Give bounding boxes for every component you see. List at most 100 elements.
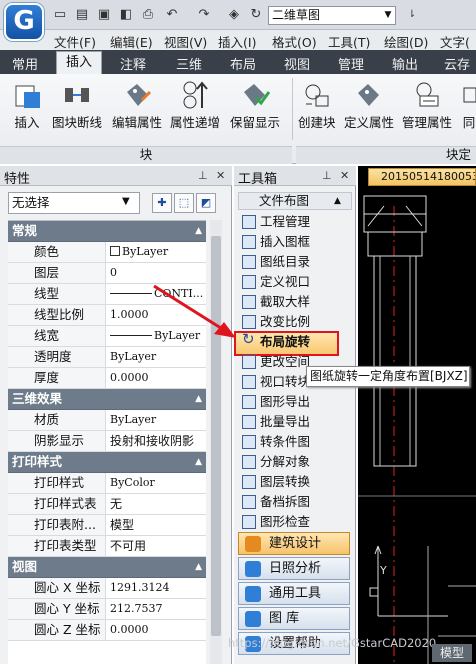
tab-annotate[interactable]: 注释 <box>120 54 146 73</box>
property-value[interactable]: ByLayer <box>108 242 206 262</box>
app-logo[interactable]: G <box>4 3 44 41</box>
property-value[interactable]: ByLayer <box>108 410 206 430</box>
property-value[interactable]: 投射和接收阴影 <box>108 431 206 451</box>
menu-tools[interactable]: 工具(T) <box>328 32 370 51</box>
pickadd-toggle-button[interactable]: ◩ <box>196 193 216 213</box>
menu-view[interactable]: 视图(V) <box>164 32 207 51</box>
property-section-header[interactable]: 常规 ▲ <box>8 221 206 242</box>
tool-item[interactable]: 图层转换 <box>242 472 310 492</box>
define-attribute-button[interactable]: 定义属性 <box>344 80 394 131</box>
tool-item[interactable]: 插入图框 <box>242 232 310 252</box>
menu-text[interactable]: 文字( <box>440 32 470 51</box>
property-row[interactable]: 颜色 ByLayer <box>8 242 206 263</box>
attribute-increment-button[interactable]: 属性递增 <box>170 80 220 131</box>
layers-icon[interactable]: ◈ <box>226 7 242 23</box>
property-row[interactable]: 厚度 0.0000 <box>8 368 206 389</box>
menu-draw[interactable]: 绘图(D) <box>384 32 428 51</box>
property-row[interactable]: 打印表类型 不可用 <box>8 536 206 557</box>
property-value[interactable]: 模型 <box>108 515 206 535</box>
property-section-header[interactable]: 三维效果 ▲ <box>8 389 206 410</box>
tab-common[interactable]: 常用 <box>12 54 38 73</box>
new-icon[interactable]: ▭ <box>52 7 68 23</box>
property-value[interactable]: ByColor <box>108 473 206 493</box>
tool-item-layout-rotate[interactable]: ↻ 布局旋转 <box>242 332 310 352</box>
property-row[interactable]: 圆心 Z 坐标 0.0000 <box>8 620 206 641</box>
keep-display-button[interactable]: 保留显示 <box>230 80 280 131</box>
menu-insert[interactable]: 插入(I) <box>218 32 256 51</box>
menu-file[interactable]: 文件(F) <box>54 32 96 51</box>
tool-item[interactable]: 定义视口 <box>242 272 310 292</box>
property-row[interactable]: 打印样式表无 <box>8 494 206 515</box>
tool-item[interactable]: 批量导出 <box>242 412 310 432</box>
tool-item[interactable]: 更改空间 <box>242 352 310 372</box>
document-title-field[interactable]: 二维草图 <box>268 6 396 25</box>
property-section-header[interactable]: 打印样式 ▲ <box>8 452 206 473</box>
tool-item[interactable]: 图形导出 <box>242 392 310 412</box>
property-row[interactable]: 透明度 ByLayer <box>8 347 206 368</box>
tool-item[interactable]: 视口转块 <box>242 372 310 392</box>
edit-attribute-button[interactable]: 编辑属性 <box>112 80 162 131</box>
undo-icon[interactable]: ↶ <box>164 7 180 23</box>
menu-edit[interactable]: 编辑(E) <box>110 32 153 51</box>
print-icon[interactable]: ⎙ <box>140 7 156 23</box>
tool-item[interactable]: 备档拆图 <box>242 492 310 512</box>
close-icon[interactable]: ✕ <box>340 169 349 182</box>
property-value[interactable]: 0 <box>108 263 206 283</box>
save-icon[interactable]: ▣ <box>96 7 112 23</box>
property-value[interactable]: 无 <box>108 494 206 514</box>
tool-item[interactable]: 图形检查 <box>242 512 310 532</box>
menu-format[interactable]: 格式(O) <box>272 32 317 51</box>
drawing-canvas[interactable]: Y <box>358 166 476 664</box>
tab-output[interactable]: 输出 <box>392 54 418 73</box>
redo-icon[interactable]: ↷ <box>196 7 212 23</box>
property-row[interactable]: 打印样式 ByColor <box>8 473 206 494</box>
tool-item[interactable]: 分解对象 <box>242 452 310 472</box>
open-icon[interactable]: ▤ <box>74 7 90 23</box>
chevron-up-icon[interactable]: ▲ <box>195 221 202 241</box>
category-general-tools[interactable]: 通用工具 <box>238 582 350 605</box>
close-icon[interactable]: ✕ <box>216 169 225 182</box>
manage-attribute-button[interactable]: 管理属性 <box>402 80 452 131</box>
tool-item[interactable]: 转条件图 <box>242 432 310 452</box>
select-objects-button[interactable]: ⬚ <box>174 193 194 213</box>
refresh-icon[interactable]: ↻ <box>248 7 264 23</box>
property-value[interactable]: 212.7537 <box>108 599 206 619</box>
property-section-header[interactable]: 视图 ▲ <box>8 557 206 578</box>
block-break-button[interactable]: 图块断线 <box>52 80 102 131</box>
property-value[interactable]: 不可用 <box>108 536 206 556</box>
tab-insert[interactable]: 插入 <box>56 51 102 74</box>
quick-select-button[interactable]: ✚ <box>152 193 172 213</box>
pin-icon[interactable]: ⊥ <box>322 169 332 182</box>
chevron-up-icon[interactable]: ▲ <box>195 389 202 409</box>
property-value[interactable]: 0.0000 <box>108 620 206 640</box>
tab-layout[interactable]: 布局 <box>230 54 256 73</box>
property-value[interactable]: 0.0000 <box>108 368 206 388</box>
chevron-up-icon[interactable]: ▲ <box>195 452 202 472</box>
category-library[interactable]: 图 库 <box>238 607 350 630</box>
property-row[interactable]: 图层 0 <box>8 263 206 284</box>
tab-cloud[interactable]: 云存 <box>444 54 470 73</box>
tab-3d[interactable]: 三维 <box>176 54 202 73</box>
chevron-down-icon[interactable]: ▼ <box>122 196 130 207</box>
chevron-down-icon[interactable]: ▼ <box>380 6 396 25</box>
tool-item[interactable]: 改变比例 <box>242 312 310 332</box>
chevron-up-icon[interactable]: ▲ <box>195 557 202 577</box>
property-row[interactable]: 圆心 Y 坐标 212.7537 <box>8 599 206 620</box>
property-row[interactable]: 圆心 X 坐标 1291.3124 <box>8 578 206 599</box>
chevron-up-icon[interactable]: ▲ <box>334 192 341 210</box>
tool-item[interactable]: 截取大样 <box>242 292 310 312</box>
property-row[interactable]: 阴影显示 投射和接收阴影 <box>8 431 206 452</box>
property-row[interactable]: 打印表附... 模型 <box>8 515 206 536</box>
property-row[interactable]: 材质 ByLayer <box>8 410 206 431</box>
property-value[interactable]: 1291.3124 <box>108 578 206 598</box>
save-as-icon[interactable]: ◧ <box>118 7 134 23</box>
drawing-tab[interactable]: 20150514180053_6 <box>368 168 476 186</box>
tool-item[interactable]: 工程管理 <box>242 212 310 232</box>
category-architecture[interactable]: 建筑设计 <box>238 532 350 555</box>
create-block-button[interactable]: 创建块 <box>298 80 336 131</box>
tool-item[interactable]: 图纸目录 <box>242 252 310 272</box>
category-sunlight[interactable]: 日照分析 <box>238 557 350 580</box>
insert-block-button[interactable]: 插入 <box>12 80 42 131</box>
tab-manage[interactable]: 管理 <box>338 54 364 73</box>
sync-attribute-button[interactable]: 同 <box>462 80 476 131</box>
